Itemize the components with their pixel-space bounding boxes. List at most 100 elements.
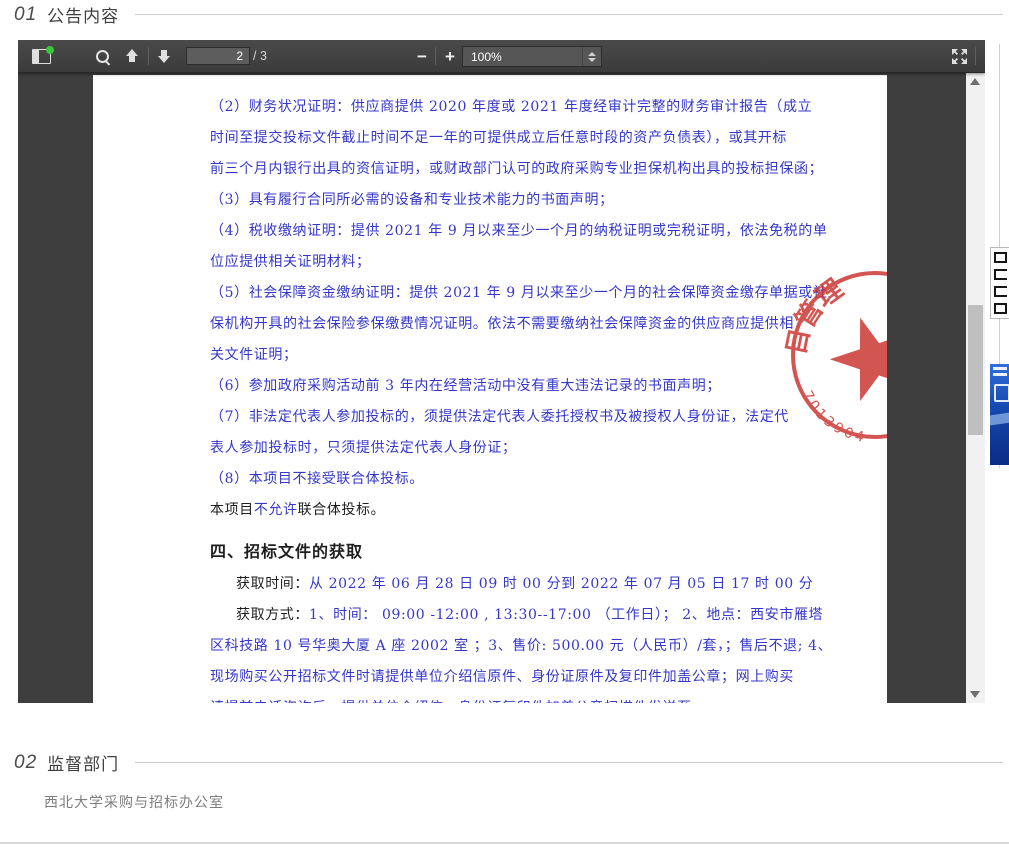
document-text-line: （2）财务状况证明：供应商提供 2020 年度或 2021 年度经审计完整的财务… bbox=[210, 92, 776, 123]
text-segment: 位应提供相关证明材料； bbox=[210, 254, 371, 270]
document-text-line: 保机构开具的社会保险参保缴费情况证明。依法不需要缴纳社会保障资金的供应商应提供相 bbox=[210, 309, 776, 340]
glyph-fragment-icon bbox=[994, 303, 1007, 314]
document-text: （2）财务状况证明：供应商提供 2020 年度或 2021 年度经审计完整的财务… bbox=[210, 92, 776, 703]
glyph-fragment-icon bbox=[994, 286, 1007, 297]
text-segment: （8）本项目不接受联合体投标。 bbox=[210, 471, 424, 487]
section-title: 监督部门 bbox=[47, 750, 119, 775]
document-text-line: 请提前电话咨询后，提供单位介绍信、身份证复印件加盖公章扫描件发送至 bbox=[210, 693, 776, 703]
sidebar-toggle-icon bbox=[32, 49, 51, 64]
document-text-line: （6）参加政府采购活动前 3 年内在经营活动中没有重大违法记录的书面声明； bbox=[210, 371, 776, 402]
section-header-supervision: 02 监督部门 bbox=[14, 750, 1003, 775]
toolbar-divider bbox=[435, 47, 436, 65]
section-number: 01 bbox=[14, 4, 37, 26]
select-spinner bbox=[582, 47, 601, 66]
text-segment: 本项目 bbox=[210, 502, 254, 518]
text-segment: 请提前电话咨询后，提供单位介绍信、身份证复印件加盖公章扫描件发送至 bbox=[210, 700, 692, 703]
section-header-announcement: 01 公告内容 bbox=[14, 2, 1003, 27]
text-segment: （6）参加政府采购活动前 3 年内在经营活动中没有重大违法记录的书面声明； bbox=[210, 378, 721, 394]
scrollbar-down-arrow-icon[interactable] bbox=[970, 691, 980, 698]
section-title: 公告内容 bbox=[47, 2, 119, 27]
text-segment: 区科技路 10 号华奥大厦 A 座 2002 室 ；3、售价: 500.00 元… bbox=[210, 638, 832, 654]
supervision-department-name: 西北大学采购与招标办公室 bbox=[44, 792, 224, 812]
arrow-down-icon bbox=[156, 48, 172, 64]
stamp-serial-number: 7013904 bbox=[798, 380, 871, 456]
stamp-star-icon bbox=[820, 305, 887, 407]
text-segment: 1、时间： 09:00 -12:00 , 13:30--17:00 （工作日）；… bbox=[309, 607, 823, 623]
text-segment: （3）具有履行合同所必需的设备和专业技术能力的书面声明； bbox=[210, 192, 614, 208]
document-text-line: 位应提供相关证明材料； bbox=[210, 247, 776, 278]
text-segment: 不允许 bbox=[254, 502, 298, 518]
text-segment: 表人参加投标时，只须提供法定代表人身份证； bbox=[210, 440, 517, 456]
document-text-line: 现场购买公开招标文件时请提供单位介绍信原件、身份证原件及复印件加盖公章；网上购买 bbox=[210, 662, 776, 693]
chevron-down-icon bbox=[588, 58, 596, 62]
document-text-line: （5）社会保障资金缴纳证明：提供 2021 年 9 月以来至少一个月的社会保障资… bbox=[210, 278, 776, 309]
pdf-viewer: / 3 − + 100% bbox=[18, 40, 985, 703]
text-segment: 联合体投标。 bbox=[298, 502, 386, 518]
document-text-line: （7）非法定代表人参加投标的，须提供法定代表人委托授权书及被授权人身份证，法定代 bbox=[210, 402, 776, 433]
banner-stripe bbox=[993, 367, 1007, 370]
banner-glow bbox=[990, 412, 1009, 425]
text-segment: 获取时间： bbox=[236, 576, 309, 592]
zoom-out-button[interactable]: − bbox=[411, 44, 433, 68]
fullscreen-expand-icon bbox=[951, 48, 968, 65]
text-segment: （7）非法定代表人参加投标的，须提供法定代表人委托授权书及被授权人身份证，法定代 bbox=[210, 409, 789, 425]
text-segment: （4）税收缴纳证明：提供 2021 年 9 月以来至少一个月的纳税证明或完税证明… bbox=[210, 223, 827, 239]
next-page-button[interactable] bbox=[152, 44, 176, 68]
document-text-line: （4）税收缴纳证明：提供 2021 年 9 月以来至少一个月的纳税证明或完税证明… bbox=[210, 216, 776, 247]
zoom-in-button[interactable]: + bbox=[439, 44, 461, 68]
search-icon bbox=[96, 50, 109, 63]
document-text-line: 本项目不允许联合体投标。 bbox=[210, 495, 776, 526]
page-number-input[interactable] bbox=[186, 47, 250, 65]
text-segment: 从 2022 年 06 月 28 日 09 时 00 分到 2022 年 07 … bbox=[309, 576, 813, 592]
banner-stripe bbox=[993, 373, 1007, 376]
document-text-line: （3）具有履行合同所必需的设备和专业技术能力的书面声明； bbox=[210, 185, 776, 216]
glyph-fragment-icon bbox=[994, 252, 1007, 263]
glyph-fragment-icon bbox=[994, 269, 1007, 280]
text-segment: （5）社会保障资金缴纳证明：提供 2021 年 9 月以来至少一个月的社会保障资… bbox=[210, 285, 827, 301]
document-text-line: （8）本项目不接受联合体投标。 bbox=[210, 464, 776, 495]
section-divider-line bbox=[135, 14, 1003, 15]
plus-icon: + bbox=[445, 48, 455, 65]
pdf-toolbar: / 3 − + 100% bbox=[18, 40, 985, 73]
section-number: 02 bbox=[14, 752, 37, 774]
chevron-up-icon bbox=[588, 52, 596, 56]
text-segment: 现场购买公开招标文件时请提供单位介绍信原件、身份证原件及复印件加盖公章；网上购买 bbox=[210, 669, 794, 685]
fullscreen-button[interactable] bbox=[948, 44, 970, 68]
document-text-line: 区科技路 10 号华奥大厦 A 座 2002 室 ；3、售价: 500.00 元… bbox=[210, 631, 776, 662]
document-text-line: 四、招标文件的获取 bbox=[210, 535, 776, 569]
document-text-line: 表人参加投标时，只须提供法定代表人身份证； bbox=[210, 433, 776, 464]
document-text-line: 获取方式：1、时间： 09:00 -12:00 , 13:30--17:00 （… bbox=[210, 600, 776, 631]
page-total-label: / 3 bbox=[253, 49, 267, 63]
toolbar-divider bbox=[148, 47, 149, 65]
text-segment: 时间至提交投标文件截止时间不足一年的可提供成立后任意时段的资产负债表），或其开标 bbox=[210, 130, 787, 146]
search-button[interactable] bbox=[90, 44, 114, 68]
toolbar-divider bbox=[975, 47, 976, 65]
minus-icon: − bbox=[417, 48, 427, 65]
zoom-level-value: 100% bbox=[463, 50, 582, 64]
scrollbar-up-arrow-icon[interactable] bbox=[970, 78, 980, 85]
text-segment: （2）财务状况证明：供应商提供 2020 年度或 2021 年度经审计完整的财务… bbox=[210, 99, 812, 115]
text-segment: 保机构开具的社会保险参保缴费情况证明。依法不需要缴纳社会保障资金的供应商应提供相 bbox=[210, 316, 794, 332]
notification-dot-icon bbox=[46, 46, 54, 54]
floating-widget-text-fragment[interactable] bbox=[990, 247, 1009, 319]
section-divider-line bbox=[135, 762, 1003, 763]
pdf-document-area[interactable]: （2）财务状况证明：供应商提供 2020 年度或 2021 年度经审计完整的财务… bbox=[18, 72, 966, 703]
arrow-up-icon bbox=[124, 48, 140, 64]
banner-emblem bbox=[994, 384, 1009, 402]
pdf-page: （2）财务状况证明：供应商提供 2020 年度或 2021 年度经审计完整的财务… bbox=[93, 75, 887, 703]
floating-widget-blue-banner[interactable] bbox=[990, 364, 1009, 465]
document-text-line: 获取时间：从 2022 年 06 月 28 日 09 时 00 分到 2022 … bbox=[210, 569, 776, 600]
document-text-line: 关文件证明； bbox=[210, 340, 776, 371]
pdf-scrollbar[interactable] bbox=[966, 72, 985, 703]
text-segment: 四、招标文件的获取 bbox=[210, 542, 363, 561]
document-text-line: 时间至提交投标文件截止时间不足一年的可提供成立后任意时段的资产负债表），或其开标 bbox=[210, 123, 776, 154]
text-segment: 获取方式： bbox=[236, 607, 309, 623]
page-bottom-divider bbox=[0, 842, 1009, 844]
text-segment: 关文件证明； bbox=[210, 347, 298, 363]
text-segment: 前三个月内银行出具的资信证明，或财政部门认可的政府采购专业担保机构出具的投标担保… bbox=[210, 161, 823, 177]
zoom-level-select[interactable]: 100% bbox=[462, 46, 602, 67]
previous-page-button[interactable] bbox=[120, 44, 144, 68]
scrollbar-thumb[interactable] bbox=[968, 305, 983, 435]
sidebar-toggle-button[interactable] bbox=[28, 44, 54, 68]
document-text-line: 前三个月内银行出具的资信证明，或财政部门认可的政府采购专业担保机构出具的投标担保… bbox=[210, 154, 776, 185]
